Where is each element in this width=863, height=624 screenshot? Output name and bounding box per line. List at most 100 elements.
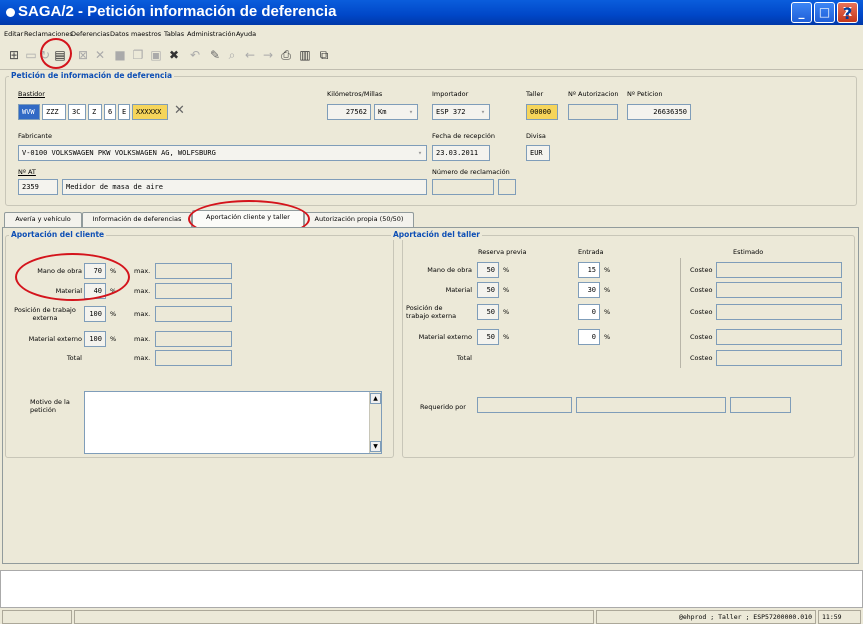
fecha-field[interactable]: 23.03.2011: [432, 145, 490, 161]
taller-costeo-field-externo[interactable]: [716, 329, 842, 345]
taller-entrada-material[interactable]: 30: [578, 282, 600, 298]
importador-value: ESP 372: [436, 108, 466, 116]
copy-icon[interactable]: ❐: [130, 47, 146, 63]
bastidor-label: Bastidor: [18, 90, 45, 98]
cliente-max-field-externo[interactable]: [155, 331, 232, 347]
chevron-down-icon: ▾: [480, 108, 486, 116]
divisa-field[interactable]: EUR: [526, 145, 550, 161]
cliente-max-field-total[interactable]: [155, 350, 232, 366]
maximize-button[interactable]: □: [814, 2, 835, 23]
status-user: @ehprod ; Taller ; ESP57200000.010: [596, 610, 816, 624]
taller-entrada-mano[interactable]: 15: [578, 262, 600, 278]
scroll-down-icon[interactable]: ▼: [370, 441, 381, 452]
bastidor-part-5[interactable]: 6: [104, 104, 116, 120]
nat-description-field[interactable]: Medidor de masa de aire: [62, 179, 427, 195]
cliente-pct-posicion[interactable]: 100: [84, 306, 106, 322]
menu-datos-maestros[interactable]: Datos maestros: [110, 28, 161, 40]
app-icon: [6, 8, 15, 17]
taller-reserva-pct-mano: %: [503, 266, 510, 274]
bastidor-part-6[interactable]: E: [118, 104, 130, 120]
cliente-max-field-mano[interactable]: [155, 263, 232, 279]
bastidor-part-2[interactable]: ZZZ: [42, 104, 66, 120]
cliente-max-field-material[interactable]: [155, 283, 232, 299]
taller-costeo-label-total: Costeo: [690, 354, 713, 362]
back-icon[interactable]: ←: [242, 47, 258, 63]
menu-reclamaciones[interactable]: Reclamaciones: [24, 28, 73, 40]
chevron-down-icon: ▾: [408, 108, 414, 116]
forward-icon[interactable]: →: [260, 47, 276, 63]
cliente-max-field-posicion[interactable]: [155, 306, 232, 322]
taller-entrada-externo[interactable]: 0: [578, 329, 600, 345]
menu-editar[interactable]: Editar: [4, 28, 23, 40]
new-icon[interactable]: ⊞: [6, 47, 22, 63]
search-icon[interactable]: ⌕: [224, 47, 240, 63]
undo-icon[interactable]: ↶: [187, 47, 203, 63]
menu-ayuda[interactable]: Ayuda: [236, 28, 256, 40]
autorizacion-label: Nº Autorizacion: [568, 90, 619, 98]
print-icon[interactable]: ⎙: [278, 47, 294, 63]
menu-deferencias[interactable]: Deferencias: [71, 28, 110, 40]
reclamacion-field-1[interactable]: [432, 179, 494, 195]
nat-code-field[interactable]: 2359: [18, 179, 58, 195]
bastidor-part-4[interactable]: Z: [88, 104, 102, 120]
taller-costeo-label-material: Costeo: [690, 286, 713, 294]
edit-icon[interactable]: ✎: [207, 47, 223, 63]
annotation-oval-toolbar: [40, 38, 72, 69]
taller-reserva-externo[interactable]: 50: [477, 329, 499, 345]
reclamacion-field-2[interactable]: [498, 179, 516, 195]
message-area: [0, 570, 863, 608]
requerido-field-3[interactable]: [730, 397, 791, 413]
taller-entrada-pct-posicion: %: [604, 308, 611, 316]
cliente-group-title: Aportación del cliente: [9, 230, 107, 240]
nat-label: Nº AT: [18, 168, 36, 176]
taller-row-label-posicion: Posición de trabajo externa: [406, 304, 457, 320]
help-icon[interactable]: ?: [843, 4, 852, 23]
fabricante-label: Fabricante: [18, 132, 52, 140]
tab-informacion[interactable]: Información de deferencias: [82, 212, 192, 227]
menu-administracion[interactable]: Administración: [187, 28, 236, 40]
tab-averia[interactable]: Avería y vehículo: [4, 212, 82, 227]
header-group-title: Petición de información de deferencia: [9, 71, 175, 81]
fabricante-select[interactable]: V-0100 VOLKSWAGEN PKW VOLKSWAGEN AG, WOL…: [18, 145, 427, 161]
taller-costeo-field-mano[interactable]: [716, 262, 842, 278]
bastidor-part-1[interactable]: WVW: [18, 104, 40, 120]
cliente-pct-externo[interactable]: 100: [84, 331, 106, 347]
requerido-field-2[interactable]: [576, 397, 726, 413]
cancel-icon[interactable]: ✖: [166, 47, 182, 63]
fabricante-value: V-0100 VOLKSWAGEN PKW VOLKSWAGEN AG, WOL…: [22, 149, 216, 157]
requerido-field-1[interactable]: [477, 397, 572, 413]
tab-autorizacion[interactable]: Autorización propia (50/50): [304, 212, 414, 227]
paste-icon[interactable]: ▣: [148, 47, 164, 63]
taller-entrada-pct-externo: %: [604, 333, 611, 341]
autorizacion-field[interactable]: [568, 104, 618, 120]
importador-select[interactable]: ESP 372 ▾: [432, 104, 490, 120]
kilometros-field[interactable]: 27562: [327, 104, 371, 120]
taller-costeo-field-posicion[interactable]: [716, 304, 842, 320]
bastidor-part-3[interactable]: 3C: [68, 104, 86, 120]
delete-icon[interactable]: ✕: [92, 47, 108, 63]
taller-reserva-posicion[interactable]: 50: [477, 304, 499, 320]
taller-reserva-material[interactable]: 50: [477, 282, 499, 298]
motivo-textarea[interactable]: [84, 391, 382, 454]
taller-reserva-mano[interactable]: 50: [477, 262, 499, 278]
kilometros-unit-select[interactable]: Km ▾: [374, 104, 418, 120]
status-cell-1: [2, 610, 72, 624]
scroll-up-icon[interactable]: ▲: [370, 393, 381, 404]
window-icon[interactable]: ⧉: [316, 47, 332, 63]
menu-tablas[interactable]: Tablas: [164, 28, 184, 40]
clear-vin-icon[interactable]: ✕: [174, 103, 185, 118]
taller-field[interactable]: 00000: [526, 104, 558, 120]
taller-entrada-posicion[interactable]: 0: [578, 304, 600, 320]
taller-costeo-field-total[interactable]: [716, 350, 842, 366]
peticion-field[interactable]: 26636350: [627, 104, 691, 120]
kilometros-unit-value: Km: [378, 108, 387, 116]
export-icon[interactable]: ⊠: [75, 47, 91, 63]
grid-icon[interactable]: ▥: [297, 47, 313, 63]
cliente-max-label-posicion: max.: [134, 310, 151, 318]
bastidor-part-7[interactable]: XXXXXX: [132, 104, 168, 120]
taller-row-label-externo: Material externo: [418, 333, 472, 341]
taller-costeo-label-mano: Costeo: [690, 266, 713, 274]
taller-costeo-field-material[interactable]: [716, 282, 842, 298]
minimize-button[interactable]: _: [791, 2, 812, 23]
save-icon[interactable]: ■: [112, 47, 128, 63]
